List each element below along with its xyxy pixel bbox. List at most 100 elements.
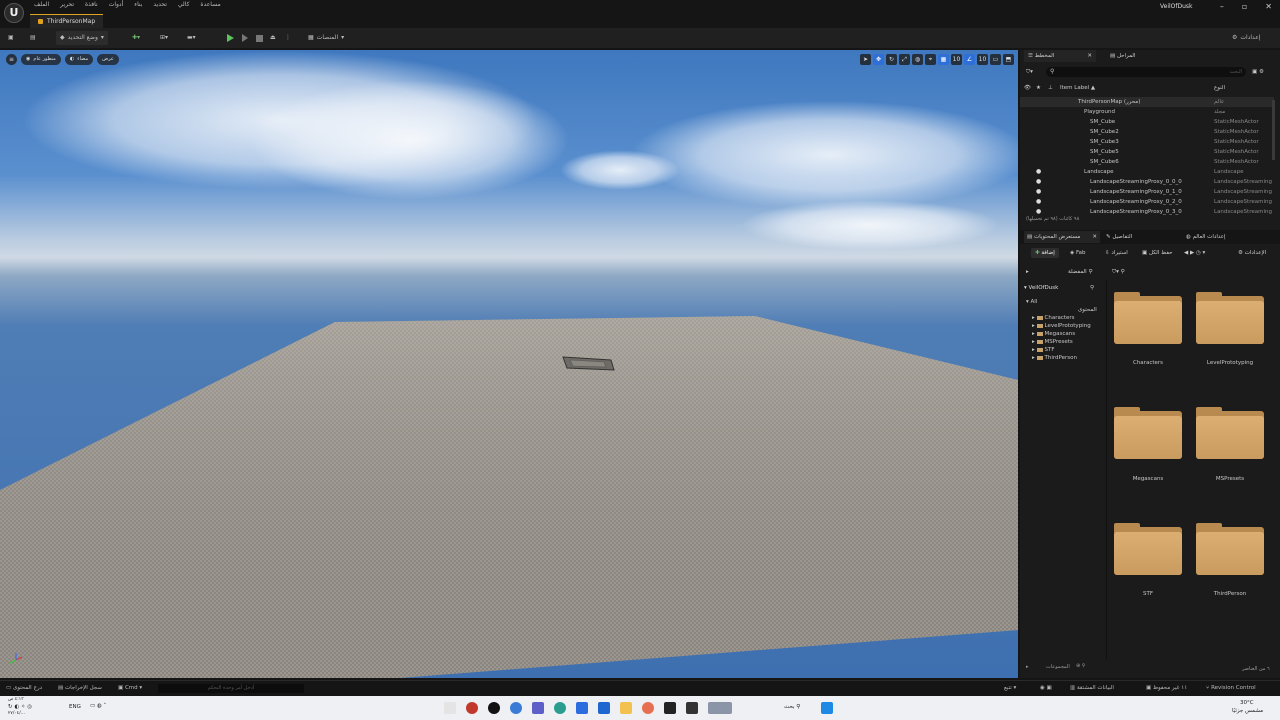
outliner-search-input[interactable]: ⚲ البحث xyxy=(1046,67,1246,77)
grid-snap-icon[interactable]: ▦ xyxy=(938,54,949,65)
close-tab-icon[interactable]: ✕ xyxy=(1087,50,1092,62)
visibility-icon[interactable]: ● xyxy=(1036,187,1041,197)
folder-tile-megascans[interactable] xyxy=(1114,407,1182,463)
browser-icon[interactable] xyxy=(554,702,566,714)
scale-tool-icon[interactable]: ⤢ xyxy=(899,54,910,65)
add-actor-icon[interactable]: ✚▾ xyxy=(132,31,140,45)
status-icons[interactable]: ◉ ▣ xyxy=(1040,684,1052,693)
world-local-icon[interactable]: ◍ xyxy=(912,54,923,65)
cb-settings-button[interactable]: ⚙ الإعدادات xyxy=(1238,247,1266,259)
unsaved-button[interactable]: ▣ ١١ غير محفوظ xyxy=(1146,684,1187,693)
menu-tools[interactable]: أدوات xyxy=(109,1,124,8)
outliner-row[interactable]: ● LandscapeStreamingProxy_0_1_0 LandscapeS… xyxy=(1020,187,1274,197)
cb-filter-icon[interactable]: ⛉▾ ⚲ xyxy=(1112,266,1125,278)
eject-icon[interactable]: ⏏ xyxy=(270,31,276,45)
tree-node-levelprototyping[interactable]: ▸ LevelPrototyping xyxy=(1032,322,1091,330)
visibility-icon[interactable]: ● xyxy=(1036,197,1041,207)
add-button[interactable]: ✚ إضافة xyxy=(1031,248,1059,258)
tree-node-characters[interactable]: ▸ Characters xyxy=(1032,314,1075,322)
fab-button[interactable]: ◈ Fab xyxy=(1070,247,1086,259)
clock-time[interactable]: ٤:١٣ ص xyxy=(8,697,24,702)
output-log-button[interactable]: ▤ سجل الإخراجات xyxy=(58,684,102,693)
settings-button[interactable]: ⚙ إعدادات xyxy=(1232,31,1260,45)
cinematics-icon[interactable]: ▬▾ xyxy=(187,31,196,45)
menu-build[interactable]: بناء xyxy=(134,1,142,8)
chrome-icon[interactable] xyxy=(510,702,522,714)
teams-icon[interactable] xyxy=(532,702,544,714)
panel-splitter[interactable] xyxy=(1106,280,1107,660)
play-button[interactable] xyxy=(227,31,234,45)
maximize-button[interactable]: ▫ xyxy=(1242,2,1247,11)
outliner-row[interactable]: SM_Cube3 StaticMeshActor xyxy=(1020,137,1274,147)
rotation-snap-value[interactable]: 10 xyxy=(977,54,988,65)
taskbar-search[interactable]: بحث ⚲ xyxy=(784,704,800,710)
console-command-input[interactable]: أدخل أمر وحدة التحكم xyxy=(158,684,304,693)
content-drawer-button[interactable]: ▭ درج المحتوى xyxy=(6,684,42,693)
store-icon[interactable] xyxy=(576,702,588,714)
grid-size-value[interactable]: 10 xyxy=(951,54,962,65)
platforms-dropdown[interactable]: ▦ المنصات ▾ xyxy=(308,31,344,45)
menu-actor[interactable]: كالي xyxy=(178,1,190,8)
minimize-button[interactable]: – xyxy=(1220,2,1224,11)
tab-world-settings[interactable]: ◍ إعدادات العالم xyxy=(1186,231,1226,243)
show-button[interactable]: عرض xyxy=(97,54,119,65)
trace-button[interactable]: تتبع ▾ xyxy=(1004,684,1016,693)
blueprint-icon[interactable]: ⊞▾ xyxy=(160,31,168,45)
move-tool-icon[interactable]: ✥ xyxy=(873,54,884,65)
tab-details[interactable]: ✎ التفاصيل xyxy=(1106,231,1132,243)
outliner-row[interactable]: SM_Cube2 StaticMeshActor xyxy=(1020,127,1274,137)
tree-node-mspresets[interactable]: ▸ MSPresets xyxy=(1032,338,1073,346)
folder-tile-stf[interactable] xyxy=(1114,523,1182,579)
rotate-tool-icon[interactable]: ↻ xyxy=(886,54,897,65)
tab-content-browser[interactable]: ▤ مستعرض المحتويات ✕ xyxy=(1024,231,1100,243)
rotation-snap-icon[interactable]: ∠ xyxy=(964,54,975,65)
browse-icon[interactable]: ▤ xyxy=(30,31,36,45)
tray-icons-left[interactable]: ↻ ◐ ✧ ◎ xyxy=(8,704,32,710)
column-type[interactable]: النوع xyxy=(1214,83,1272,93)
folder-tile-thirdperson[interactable] xyxy=(1196,523,1264,579)
lock-column-icon[interactable]: ⊥ xyxy=(1048,83,1053,93)
revision-control-button[interactable]: ⑂ Revision Control xyxy=(1206,684,1256,693)
sources-toggle-icon[interactable]: ▸ xyxy=(1026,266,1029,278)
hamburger-menu-icon[interactable]: ≡ xyxy=(6,54,17,65)
tree-node-megascans[interactable]: ▸ Megascans xyxy=(1032,330,1075,338)
folder-tile-mspresets[interactable] xyxy=(1196,407,1264,463)
notepad-icon[interactable] xyxy=(686,702,698,714)
collections-expand-icon[interactable]: ▸ xyxy=(1026,664,1029,670)
tab-levels[interactable]: ▤ المراحل xyxy=(1110,50,1135,62)
taskbar-app-icon[interactable] xyxy=(444,702,456,714)
outliner-row[interactable]: SM_Cube StaticMeshActor xyxy=(1020,117,1274,127)
tab-outliner[interactable]: ☰ المخطط ✕ xyxy=(1024,50,1096,62)
terminal-app-icon[interactable] xyxy=(664,702,676,714)
clock-date[interactable]: ٢٧/٠٤/... xyxy=(8,711,25,716)
app-icon[interactable] xyxy=(642,702,654,714)
close-button[interactable]: ✕ xyxy=(1265,2,1272,11)
visibility-icon[interactable]: ● xyxy=(1036,177,1041,187)
select-mode-dropdown[interactable]: ◆ وضع التحديد ▾ xyxy=(56,31,108,45)
menu-help[interactable]: مساعدة xyxy=(200,1,220,8)
outlook-icon[interactable] xyxy=(598,702,610,714)
file-explorer-icon[interactable] xyxy=(620,702,632,714)
add-collection-icon[interactable]: ⊕ ⚲ xyxy=(1076,663,1085,669)
level-viewport[interactable]: ≡ ◉ منظور عام ◐ مضاء عرض ➤ ✥ ↻ ⤢ ◍ ⌖ ▦ 10 … xyxy=(0,50,1018,678)
cmd-dropdown[interactable]: ▣ Cmd ▾ xyxy=(118,684,142,693)
unreal-taskbar-icon[interactable] xyxy=(488,702,500,714)
save-all-button[interactable]: ▣ حفظ الكل xyxy=(1142,247,1173,259)
outliner-row[interactable]: Playground مجلد xyxy=(1020,107,1274,117)
visibility-icon[interactable]: ● xyxy=(1036,167,1041,177)
outliner-row[interactable]: ● LandscapeStreamingProxy_0_0_0 LandscapeS… xyxy=(1020,177,1274,187)
language-indicator[interactable]: ENG xyxy=(69,704,81,710)
outliner-row[interactable]: SM_Cube5 StaticMeshActor xyxy=(1020,147,1274,157)
windows-start-icon[interactable] xyxy=(821,702,833,714)
folder-tile-levelprototyping[interactable] xyxy=(1196,292,1264,348)
import-button[interactable]: ⇩ استيراد xyxy=(1105,247,1128,259)
filter-icon[interactable]: ⛉▾ xyxy=(1026,66,1033,78)
outliner-row[interactable]: ● LandscapeStreamingProxy_0_2_0 LandscapeS… xyxy=(1020,197,1274,207)
perspective-button[interactable]: ◉ منظور عام xyxy=(21,54,61,65)
visibility-column-icon[interactable]: 👁 xyxy=(1024,83,1031,93)
derived-data-button[interactable]: ▥ البيانات المشتقة xyxy=(1070,684,1114,693)
stop-button[interactable] xyxy=(256,31,263,45)
history-nav[interactable]: ◀ ▶ ◷ ▾ xyxy=(1184,247,1205,259)
play-options-icon[interactable]: ⋮ xyxy=(285,31,291,45)
outliner-row[interactable]: ● Landscape Landscape xyxy=(1020,167,1274,177)
